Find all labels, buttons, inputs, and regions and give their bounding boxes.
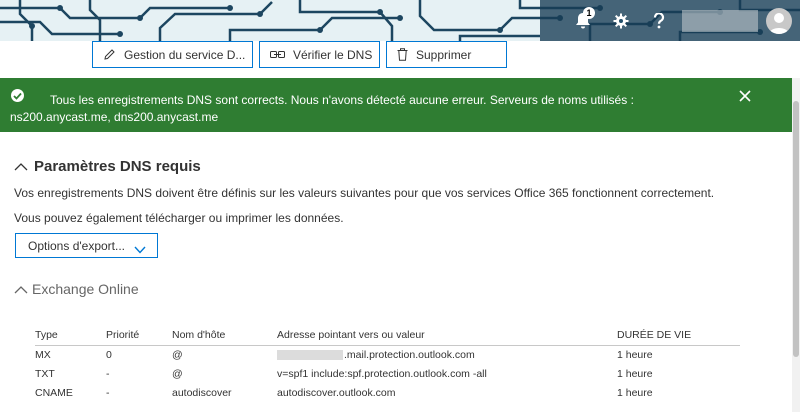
notifications-button[interactable]: 1 <box>564 0 602 41</box>
export-options-label: Options d'export... <box>28 238 126 253</box>
cell-host: autodiscover <box>172 387 232 399</box>
close-icon[interactable] <box>739 89 751 107</box>
dns-settings-section-header[interactable]: Paramètres DNS requis <box>14 158 201 175</box>
cell-value: autodiscover.outlook.com <box>277 387 396 399</box>
pencil-icon <box>103 48 116 61</box>
cell-priority: - <box>106 368 110 380</box>
delete-button[interactable]: Supprimer <box>386 41 507 68</box>
column-header-value: Adresse pointant vers ou valeur <box>277 329 425 341</box>
cell-value: .mail.protection.outlook.com <box>277 349 475 361</box>
cell-host: @ <box>172 349 183 361</box>
chevron-up-icon <box>14 281 28 297</box>
dns-records-table: Type Priorité Nom d'hôte Adresse pointan… <box>35 326 740 403</box>
gear-icon <box>613 13 629 28</box>
user-name-redacted <box>682 9 758 32</box>
table-row: MX 0 @ .mail.protection.outlook.com 1 he… <box>35 346 740 365</box>
cell-type: TXT <box>35 368 55 380</box>
verify-dns-label: Vérifier le DNS <box>293 47 373 62</box>
help-icon <box>653 12 665 28</box>
help-button[interactable] <box>640 0 678 41</box>
cell-value: v=spf1 include:spf.protection.outlook.co… <box>277 368 487 380</box>
column-header-priority: Priorité <box>106 329 140 341</box>
top-header: 1 <box>0 0 800 41</box>
cell-ttl: 1 heure <box>617 349 653 361</box>
dns-description: Vos enregistrements DNS doivent être déf… <box>14 186 715 200</box>
column-header-type: Type <box>35 329 58 341</box>
page-title: Paramètres DNS requis <box>34 158 201 175</box>
link-icon <box>270 50 285 59</box>
cell-priority: - <box>106 387 110 399</box>
cell-type: CNAME <box>35 387 73 399</box>
chevron-down-icon <box>134 243 146 257</box>
redacted-text <box>277 350 343 361</box>
table-row: CNAME - autodiscover autodiscover.outloo… <box>35 384 740 403</box>
settings-button[interactable] <box>602 0 640 41</box>
cell-priority: 0 <box>106 349 112 361</box>
column-header-host: Nom d'hôte <box>172 329 226 341</box>
user-avatar-icon <box>769 12 789 34</box>
cell-type: MX <box>35 349 51 361</box>
delete-label: Supprimer <box>416 47 472 62</box>
column-header-ttl: DURÉE DE VIE <box>617 329 692 341</box>
user-avatar-button[interactable] <box>766 7 792 34</box>
banner-message: Tous les enregistrements DNS sont correc… <box>10 93 634 124</box>
header-actions: 1 <box>564 0 800 41</box>
trash-icon <box>397 48 408 61</box>
download-text: Vous pouvez également télécharger ou imp… <box>14 211 344 225</box>
manage-dns-button[interactable]: Gestion du service D... <box>92 41 253 68</box>
manage-dns-label: Gestion du service D... <box>124 47 246 62</box>
scrollbar-thumb[interactable] <box>793 101 799 357</box>
action-toolbar: Gestion du service D... Vérifier le DNS … <box>92 41 507 68</box>
cell-ttl: 1 heure <box>617 387 653 399</box>
chevron-up-icon <box>14 158 28 175</box>
table-row: TXT - @ v=spf1 include:spf.protection.ou… <box>35 365 740 384</box>
vertical-scrollbar[interactable] <box>792 78 800 412</box>
cell-ttl: 1 heure <box>617 368 653 380</box>
notification-badge: 1 <box>583 7 595 19</box>
cell-value-text: .mail.protection.outlook.com <box>344 349 475 361</box>
table-header: Type Priorité Nom d'hôte Adresse pointan… <box>35 326 740 346</box>
exchange-online-section-header[interactable]: Exchange Online <box>14 281 139 297</box>
verify-dns-button[interactable]: Vérifier le DNS <box>259 41 380 68</box>
section-title: Exchange Online <box>32 281 139 297</box>
cell-host: @ <box>172 368 183 380</box>
export-options-dropdown[interactable]: Options d'export... <box>15 233 158 258</box>
success-banner: Tous les enregistrements DNS sont correc… <box>0 78 796 132</box>
